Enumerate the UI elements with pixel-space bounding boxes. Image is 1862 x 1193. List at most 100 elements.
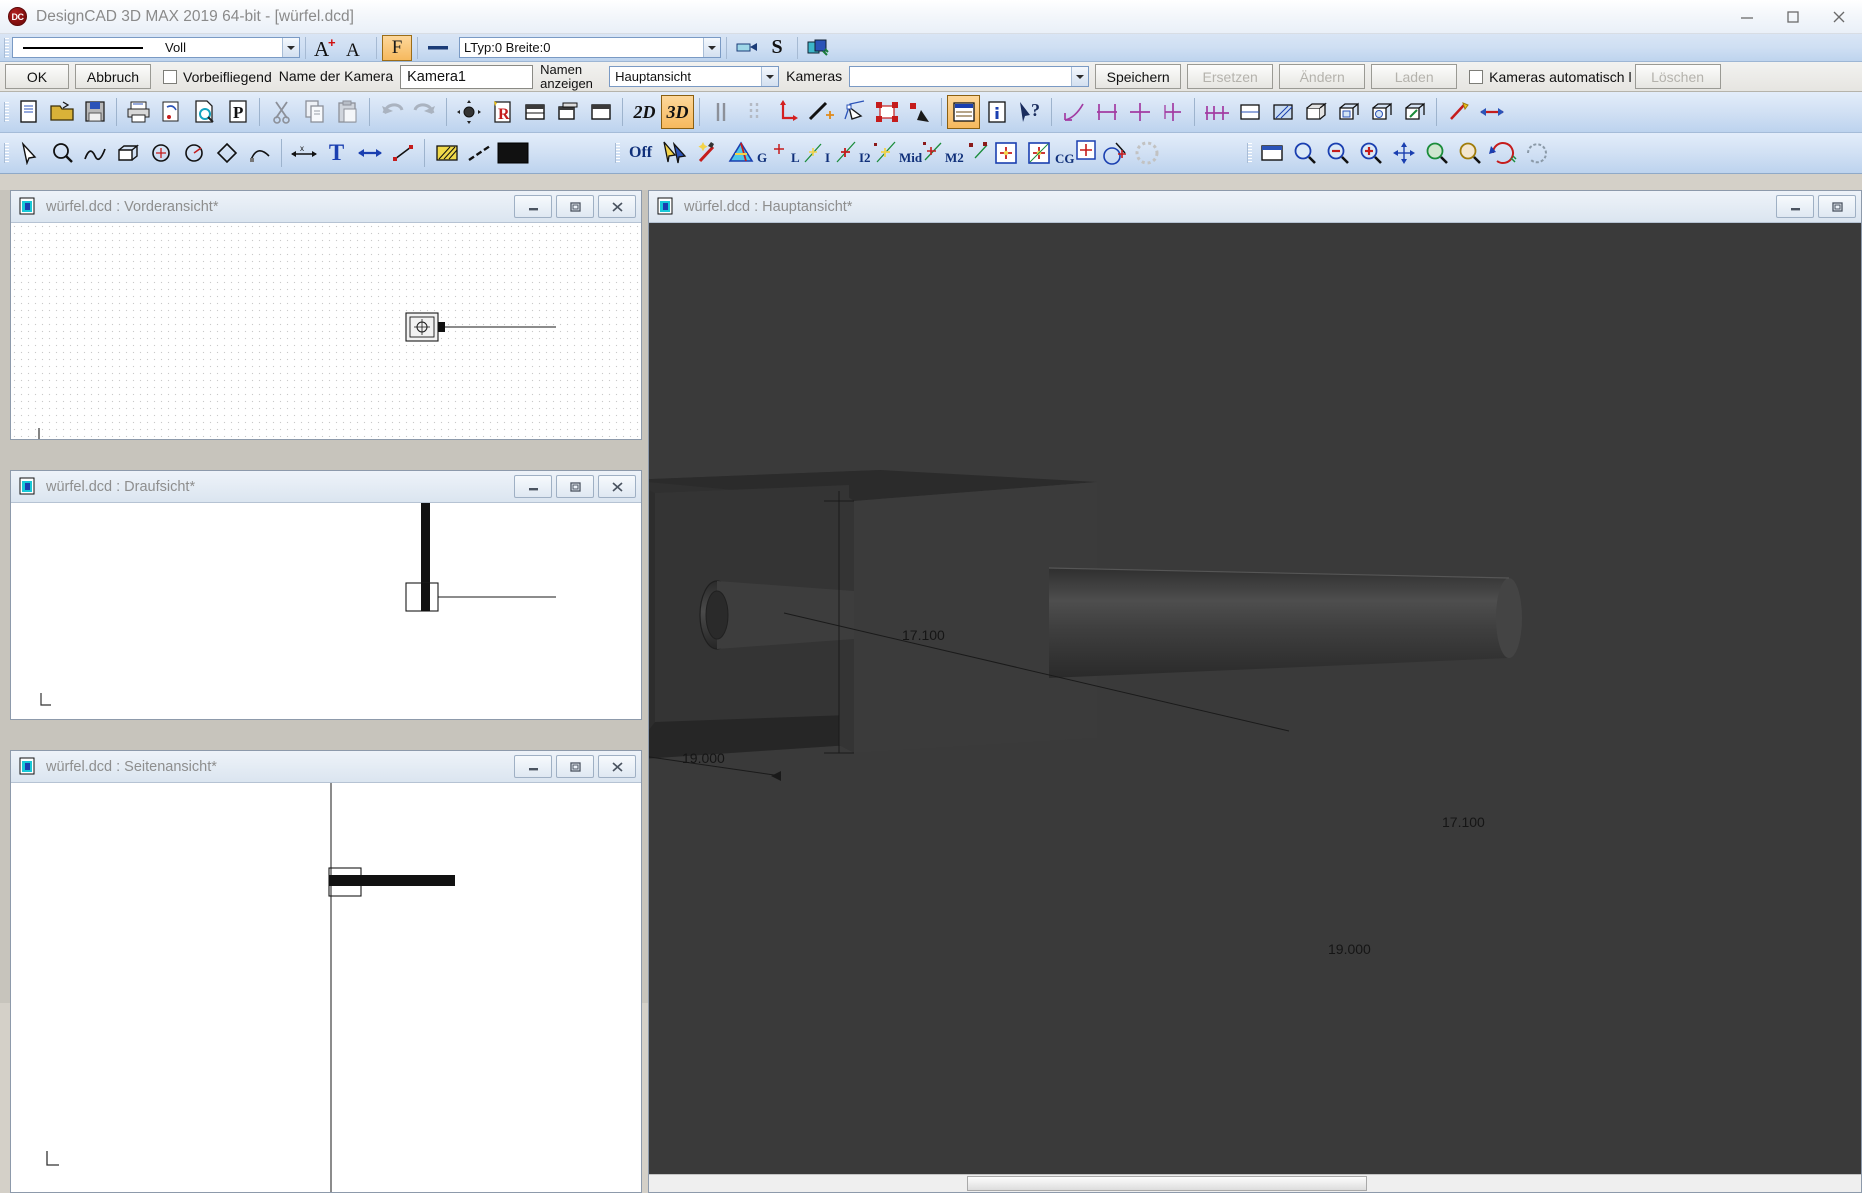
snap-point-box-icon[interactable] <box>989 136 1022 170</box>
zoom-icon[interactable] <box>1288 136 1321 170</box>
mdi-canvas-side[interactable] <box>11 783 641 1192</box>
zoom-window-icon[interactable] <box>45 136 78 170</box>
minimize-icon[interactable] <box>1724 0 1770 34</box>
line-width-icon[interactable] <box>423 35 453 61</box>
snap-magic-wand-icon[interactable] <box>691 136 724 170</box>
toolbar-grip[interactable] <box>615 143 620 163</box>
dimension-double-icon[interactable] <box>1233 95 1266 129</box>
undo-icon[interactable] <box>375 95 408 129</box>
mdi-window-main[interactable]: würfel.dcd : Hauptansicht* <box>648 190 1862 1193</box>
grid-lines-icon[interactable] <box>705 95 738 129</box>
snap-pointer-icon[interactable] <box>658 136 691 170</box>
flyby-checkbox[interactable] <box>163 70 177 84</box>
node-edit-icon[interactable] <box>386 136 419 170</box>
text-tool-icon[interactable]: T <box>320 136 353 170</box>
view-window-icon[interactable] <box>1255 136 1288 170</box>
zoom-previous-icon[interactable] <box>1453 136 1486 170</box>
info-icon[interactable] <box>980 95 1013 129</box>
grid-dots-icon[interactable] <box>738 95 771 129</box>
snap-intersect2-icon[interactable]: I2 <box>859 136 899 170</box>
maximize-icon[interactable] <box>1818 195 1856 218</box>
mdi-titlebar-front[interactable]: würfel.dcd : Vorderansicht* <box>11 191 641 223</box>
redo-icon[interactable] <box>408 95 441 129</box>
help-pointer-icon[interactable]: ? <box>1013 95 1046 129</box>
view-tile-icon[interactable] <box>518 95 551 129</box>
close-icon[interactable] <box>598 755 636 778</box>
color-swatch-icon[interactable] <box>496 136 529 170</box>
select-box-icon[interactable] <box>870 95 903 129</box>
dimension-angle-icon[interactable] <box>1057 95 1090 129</box>
horizontal-scrollbar[interactable] <box>649 1174 1861 1192</box>
snap-midpoint-icon[interactable]: Mid <box>899 136 945 170</box>
text-grow-icon[interactable]: A+ <box>311 35 341 61</box>
select-vertex-icon[interactable] <box>837 95 870 129</box>
redraw-icon[interactable] <box>1519 136 1552 170</box>
chevron-down-icon[interactable] <box>703 38 720 57</box>
bezier-icon[interactable] <box>243 136 276 170</box>
mdi-window-top[interactable]: würfel.dcd : Draufsicht* <box>10 470 642 720</box>
circle-radius-icon[interactable] <box>177 136 210 170</box>
snap-disabled-icon[interactable] <box>1130 136 1163 170</box>
paste-icon[interactable] <box>331 95 364 129</box>
save-camera-button[interactable]: Speichern <box>1095 64 1181 89</box>
minimize-icon[interactable] <box>514 195 552 218</box>
axis-icon[interactable] <box>771 95 804 129</box>
solid-sphere-icon[interactable] <box>1365 95 1398 129</box>
snap-line-icon[interactable]: L <box>791 136 825 170</box>
rotate-view-icon[interactable] <box>1486 136 1519 170</box>
select-point-icon[interactable] <box>903 95 936 129</box>
print-preview-icon[interactable] <box>188 95 221 129</box>
linestyle-select[interactable]: Voll <box>12 37 300 58</box>
camera-name-input[interactable]: Kamera1 <box>400 65 533 89</box>
dimension-cross-icon[interactable] <box>1123 95 1156 129</box>
scrollbar-thumb[interactable] <box>967 1176 1367 1191</box>
new-file-icon[interactable] <box>12 95 45 129</box>
mdi-titlebar-top[interactable]: würfel.dcd : Draufsicht* <box>11 471 641 503</box>
save-disk-icon[interactable] <box>78 95 111 129</box>
copy-icon[interactable] <box>298 95 331 129</box>
auto-cameras-checkbox-wrapper[interactable]: Kameras automatisch l <box>1469 69 1631 85</box>
maximize-icon[interactable] <box>1770 0 1816 34</box>
layer-icon[interactable] <box>732 35 762 61</box>
snap-grid-icon[interactable]: G <box>757 136 791 170</box>
maximize-icon[interactable] <box>556 475 594 498</box>
close-icon[interactable] <box>598 195 636 218</box>
dimension-horizontal-icon[interactable] <box>1090 95 1123 129</box>
text-shrink-icon[interactable]: A <box>341 35 371 61</box>
mdi-titlebar-side[interactable]: würfel.dcd : Seitenansicht* <box>11 751 641 783</box>
snap-midpoint2-icon[interactable]: M2 <box>945 136 989 170</box>
print-setup-icon[interactable] <box>155 95 188 129</box>
auto-cameras-checkbox[interactable] <box>1469 70 1483 84</box>
mdi-canvas-front[interactable] <box>11 223 641 439</box>
line-point-icon[interactable] <box>804 95 837 129</box>
toolbar-grip[interactable] <box>1247 143 1252 163</box>
properties-panel-icon[interactable] <box>947 95 980 129</box>
dimension-radius-icon[interactable] <box>1200 95 1233 129</box>
render-icon[interactable]: R <box>485 95 518 129</box>
snap-circle-icon[interactable] <box>1097 136 1130 170</box>
ok-button[interactable]: OK <box>5 64 69 89</box>
linetype-info-select[interactable]: LTyp:0 Breite:0 <box>459 37 721 58</box>
zoom-in-icon[interactable] <box>1354 136 1387 170</box>
arrow-tool-icon[interactable] <box>353 136 386 170</box>
camera-move-icon[interactable] <box>452 95 485 129</box>
solid-box-icon[interactable] <box>1299 95 1332 129</box>
toolbar-grip[interactable] <box>4 102 9 122</box>
pan-icon[interactable] <box>1387 136 1420 170</box>
polygon-icon[interactable] <box>210 136 243 170</box>
open-folder-icon[interactable] <box>45 95 78 129</box>
minimize-icon[interactable] <box>1776 195 1814 218</box>
publish-pdf-icon[interactable]: P <box>221 95 254 129</box>
zoom-out-icon[interactable] <box>1321 136 1354 170</box>
extrude-icon[interactable] <box>1398 95 1431 129</box>
snap-off-button[interactable]: Off <box>623 136 658 170</box>
font-button[interactable]: F <box>382 35 412 61</box>
view-cascade-icon[interactable] <box>551 95 584 129</box>
polyline-icon[interactable] <box>78 136 111 170</box>
maximize-icon[interactable] <box>556 195 594 218</box>
cancel-button[interactable]: Abbruch <box>75 64 151 89</box>
cameras-select[interactable] <box>849 66 1089 87</box>
pointer-select-icon[interactable] <box>12 136 45 170</box>
snap-centroid-icon[interactable]: CG <box>1055 136 1097 170</box>
toolbar-grip[interactable] <box>4 143 9 163</box>
